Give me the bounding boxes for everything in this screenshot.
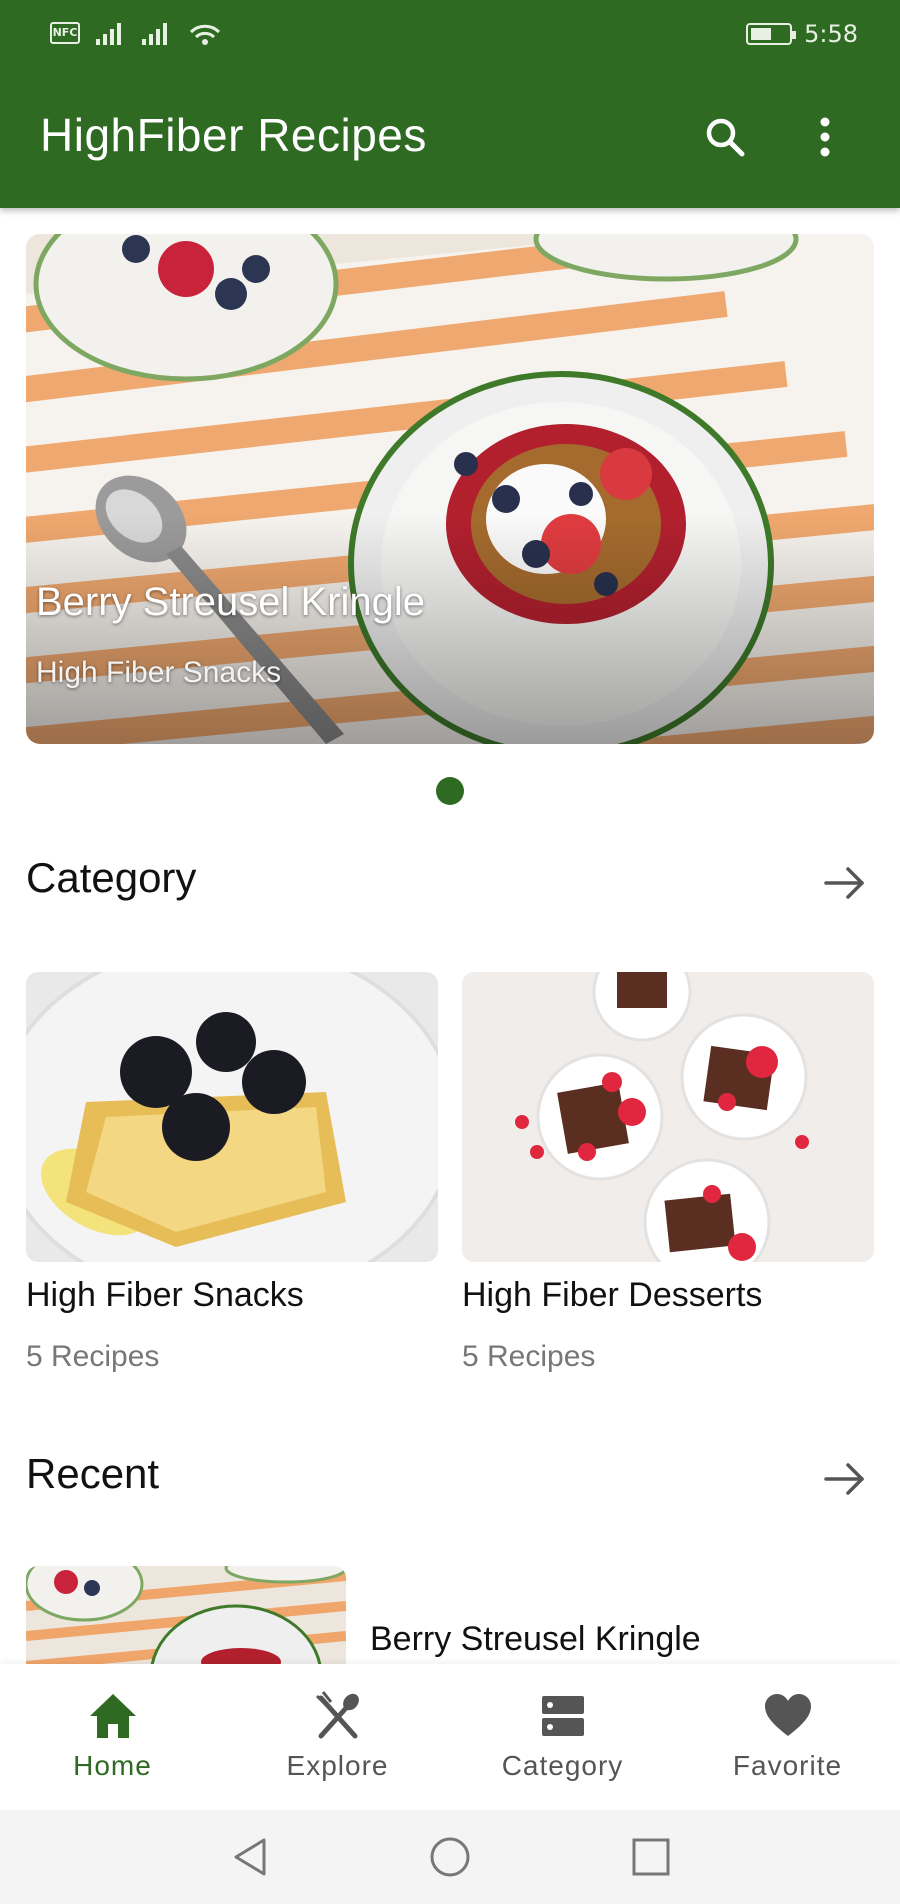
wifi-icon — [189, 24, 221, 45]
system-navigation-bar — [0, 1810, 900, 1904]
category-card-snacks[interactable] — [26, 972, 438, 1262]
nav-category-label: Category — [501, 1750, 624, 1781]
category-count-desserts: 5 Recipes — [462, 1340, 596, 1373]
app-bar: NFC 5:58 HighFiber Recipes — [0, 0, 900, 208]
nav-explore-label: Explore — [286, 1750, 389, 1781]
category-image-desserts — [462, 972, 874, 1262]
home-icon — [90, 1694, 136, 1738]
bottom-navigation: Home Explore Category Favorite — [0, 1664, 900, 1810]
back-icon[interactable] — [226, 1832, 276, 1882]
more-vert-icon[interactable] — [800, 112, 850, 162]
utensils-icon — [315, 1691, 359, 1739]
nav-explore[interactable]: Explore — [225, 1664, 450, 1810]
category-section-title: Category — [26, 854, 197, 901]
category-see-all-arrow-icon[interactable] — [820, 858, 870, 908]
signal-icon — [96, 21, 126, 45]
featured-recipe-title: Berry Streusel Kringle — [36, 580, 426, 624]
recent-see-all-arrow-icon[interactable] — [820, 1454, 870, 1504]
nav-home[interactable]: Home — [0, 1664, 225, 1810]
recent-recipe-title[interactable]: Berry Streusel Kringle — [370, 1620, 701, 1659]
nav-home-label: Home — [73, 1750, 152, 1781]
category-image-snacks — [26, 972, 438, 1262]
nav-category[interactable]: Category — [450, 1664, 675, 1810]
recents-icon[interactable] — [626, 1832, 676, 1882]
recent-recipe-thumbnail[interactable] — [26, 1566, 346, 1664]
category-name-snacks: High Fiber Snacks — [26, 1276, 304, 1314]
recent-section-title: Recent — [26, 1450, 160, 1497]
home-button-icon[interactable] — [425, 1832, 475, 1882]
search-icon[interactable] — [700, 112, 750, 162]
category-card-desserts[interactable] — [462, 972, 874, 1262]
recent-recipe-image — [26, 1566, 346, 1664]
battery-icon — [746, 23, 797, 45]
nav-favorite-label: Favorite — [732, 1750, 843, 1781]
app-title: HighFiber Recipes — [40, 109, 427, 161]
carousel-page-indicator[interactable] — [436, 777, 464, 805]
nfc-icon: NFC — [50, 22, 80, 44]
status-time: 5:58 — [804, 20, 858, 48]
signal-icon-2 — [142, 21, 172, 45]
category-name-desserts: High Fiber Desserts — [462, 1276, 763, 1314]
featured-recipe-category: High Fiber Snacks — [36, 656, 282, 689]
heart-icon — [765, 1694, 811, 1736]
category-count-snacks: 5 Recipes — [26, 1340, 160, 1373]
nav-favorite[interactable]: Favorite — [675, 1664, 900, 1810]
status-bar: NFC 5:58 — [0, 0, 900, 70]
category-icon — [542, 1696, 584, 1736]
